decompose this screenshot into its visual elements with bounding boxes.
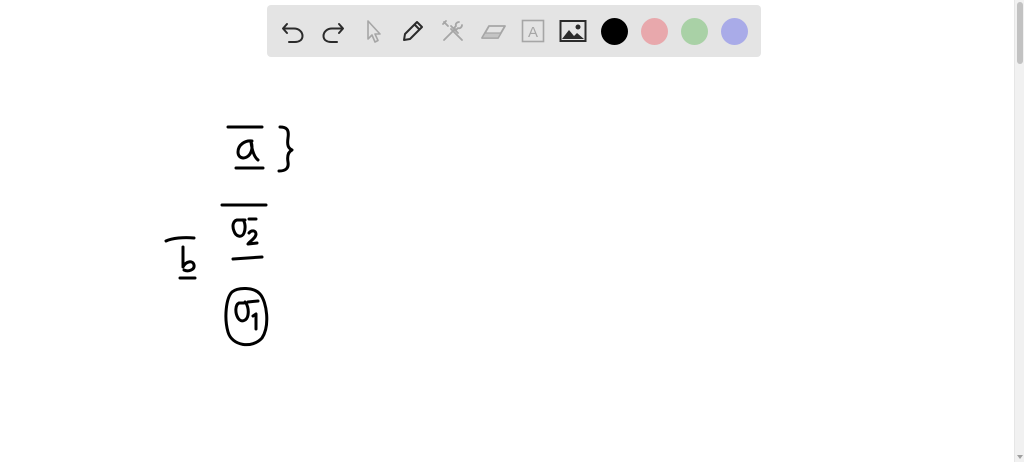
select-button[interactable] [359,17,387,45]
color-swatch-black[interactable] [601,18,628,45]
pen-button[interactable] [399,17,427,45]
eraser-icon [481,25,506,39]
ink-subscript-2 [246,229,259,246]
select-pointer-icon [367,20,381,43]
tools-icon [442,20,463,41]
color-swatch-blue[interactable] [721,18,748,45]
eraser-button[interactable] [479,17,507,45]
undo-button[interactable] [279,17,307,45]
ink-b-glyph [181,245,196,273]
text-button[interactable]: A [519,17,547,45]
color-swatch-pink[interactable] [641,18,668,45]
ink-sigma-2-glyph [231,217,258,238]
whiteboard-canvas[interactable]: A [0,0,1014,462]
ink-mid-underline [231,255,264,261]
scrollbar-thumb[interactable] [1017,2,1023,64]
pen-icon [403,21,423,41]
ink-curly-brace [277,125,294,173]
image-icon [559,20,587,42]
vertical-scrollbar[interactable] [1014,0,1024,462]
tools-button[interactable] [439,17,467,45]
scroll-down-arrow-icon[interactable] [1017,454,1023,460]
ink-alpha-glyph [236,139,260,162]
color-swatch-green[interactable] [681,18,708,45]
text-box-icon: A [521,19,545,43]
ink-subscript-1 [251,312,258,331]
undo-icon [282,23,304,43]
handwritten-drawing [164,125,294,347]
text-tool-glyph: A [528,24,538,41]
redo-icon [322,23,344,43]
ink-left-overline [164,236,196,243]
redo-button[interactable] [319,17,347,45]
drawing-toolbar: A [267,5,761,57]
image-button[interactable] [559,17,587,45]
